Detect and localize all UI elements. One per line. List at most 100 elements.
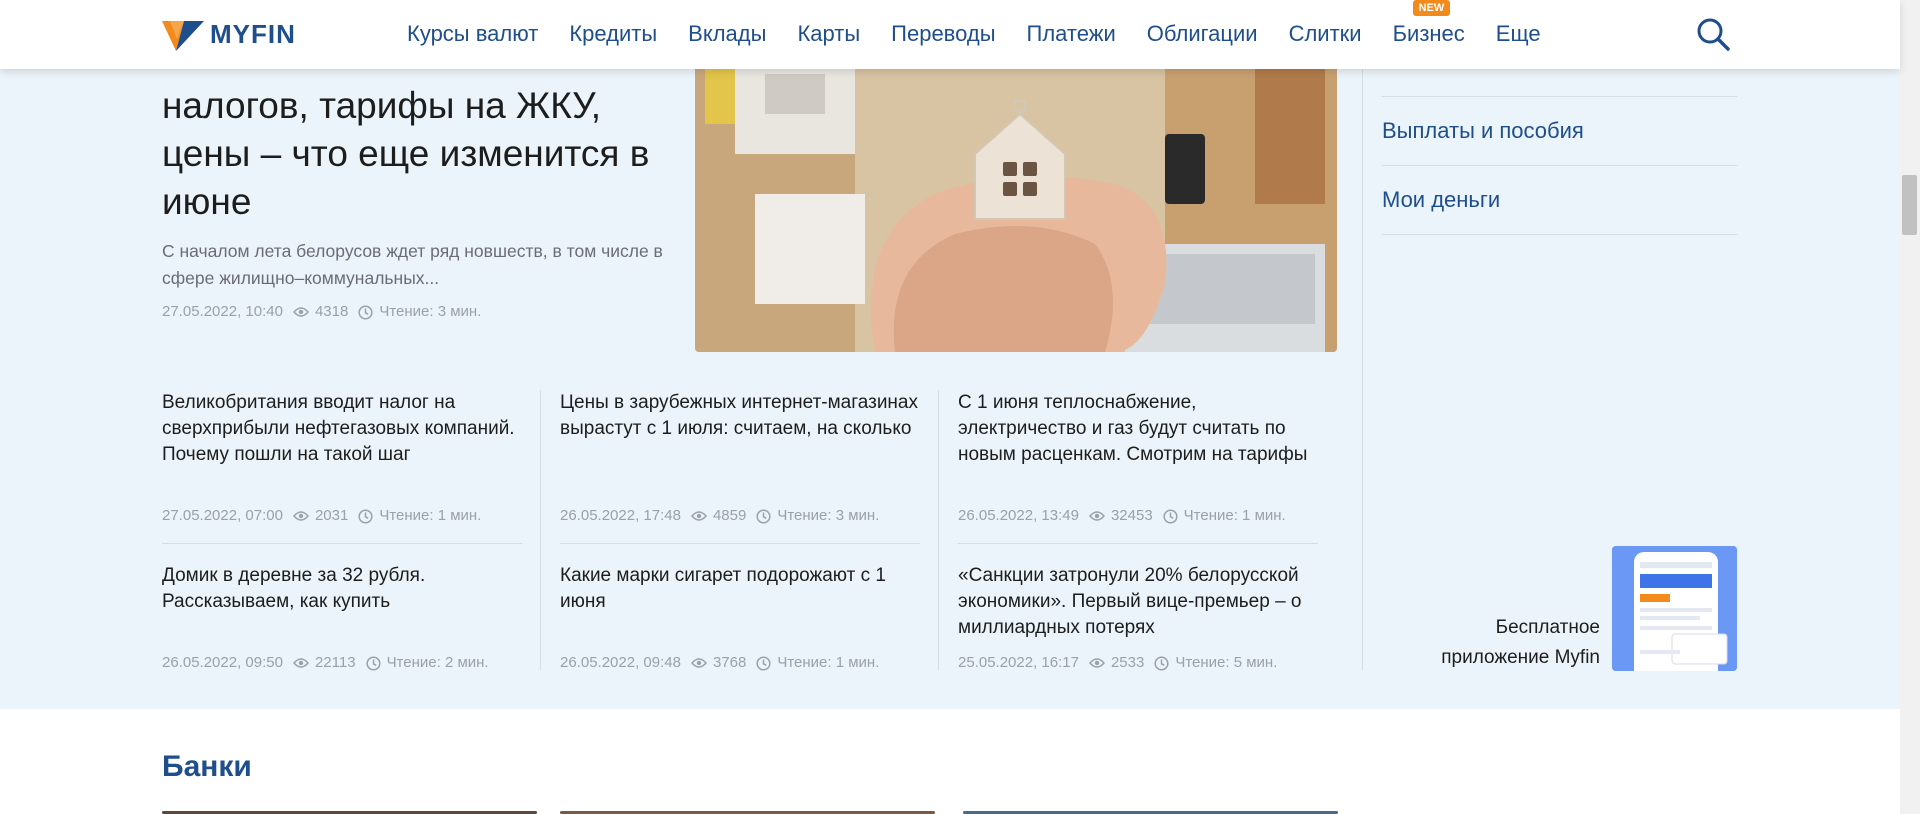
clock-icon bbox=[756, 655, 771, 671]
article-date: 26.05.2022, 17:48 bbox=[560, 507, 681, 524]
article-date: 26.05.2022, 13:49 bbox=[958, 507, 1079, 524]
search-icon bbox=[1697, 18, 1730, 51]
sidebar-separator bbox=[1382, 165, 1737, 166]
nav-label: Переводы bbox=[891, 21, 996, 46]
main-article-meta: 27.05.2022, 10:40 4318 Чтение: 3 мин. bbox=[162, 303, 481, 321]
clock-icon bbox=[756, 508, 771, 524]
sidebar-separator bbox=[1382, 96, 1737, 97]
nav-item-transfers[interactable]: Переводы bbox=[891, 20, 995, 48]
hands-holding-house-image bbox=[695, 44, 1337, 352]
nav-item-currency-rates[interactable]: Курсы валют bbox=[407, 20, 538, 48]
section-title-banks: Банки bbox=[162, 750, 252, 783]
article-card-title[interactable]: Цены в зарубежных интернет-магазинах выр… bbox=[560, 390, 925, 442]
article-card-meta: 25.05.2022, 16:17 2533 Чтение: 5 мин. bbox=[958, 654, 1277, 672]
column-divider bbox=[540, 390, 541, 670]
phone-app-screenshot-image bbox=[1612, 546, 1737, 671]
myfin-logo[interactable]: MYFIN bbox=[162, 17, 296, 51]
nav-label: Вклады bbox=[688, 21, 767, 46]
sidebar-divider bbox=[1362, 44, 1363, 670]
clock-icon bbox=[366, 655, 381, 671]
main-article-title-line: цены – что еще изменится в bbox=[162, 133, 650, 174]
article-reading-time: Чтение: 3 мин. bbox=[777, 507, 880, 524]
article-card-meta: 26.05.2022, 09:50 22113 Чтение: 2 мин. bbox=[162, 654, 489, 672]
article-card-title[interactable]: С 1 июня теплоснабжение, электричество и… bbox=[958, 390, 1323, 468]
column-divider bbox=[938, 390, 939, 670]
main-article-title[interactable]: налогов, тарифы на ЖКУ, цены – что еще и… bbox=[162, 82, 682, 226]
article-views: 3768 bbox=[712, 654, 747, 671]
sidebar-link-my-money[interactable]: Мои деньги bbox=[1382, 186, 1500, 214]
article-reading-time: Чтение: 1 мин. bbox=[379, 507, 482, 524]
article-date: 26.05.2022, 09:50 bbox=[162, 654, 283, 671]
article-date: 26.05.2022, 09:48 bbox=[560, 654, 681, 671]
app-promo-image[interactable] bbox=[1612, 546, 1737, 671]
nav-item-credits[interactable]: Кредиты bbox=[569, 20, 657, 48]
main-nav: Курсы валют Кредиты Вклады Карты Перевод… bbox=[407, 0, 1572, 48]
article-card-meta: 26.05.2022, 09:48 3768 Чтение: 1 мин. bbox=[560, 654, 879, 672]
clock-icon bbox=[1154, 655, 1169, 671]
nav-item-more[interactable]: Еще bbox=[1496, 20, 1541, 48]
main-article-description: С началом лета белорусов ждет ряд новшес… bbox=[162, 241, 663, 288]
eye-icon bbox=[292, 658, 309, 668]
nav-label: Бизнес bbox=[1392, 21, 1465, 46]
clock-icon bbox=[358, 304, 373, 320]
myfin-logo-icon bbox=[162, 21, 204, 51]
nav-item-deposits[interactable]: Вклады bbox=[688, 20, 766, 48]
article-reading-time: Чтение: 2 мин. bbox=[386, 654, 489, 671]
article-views: 4859 bbox=[712, 507, 747, 524]
clock-icon bbox=[1163, 508, 1178, 524]
row-divider bbox=[958, 543, 1318, 544]
article-card-meta: 26.05.2022, 17:48 4859 Чтение: 3 мин. bbox=[560, 507, 879, 525]
article-reading-time: Чтение: 3 мин. bbox=[379, 303, 482, 320]
eye-icon bbox=[1088, 511, 1105, 521]
article-card-meta: 27.05.2022, 07:00 2031 Чтение: 1 мин. bbox=[162, 507, 481, 525]
article-card-title[interactable]: Великобритания вводит налог на сверхприб… bbox=[162, 390, 527, 468]
nav-label: Курсы валют bbox=[407, 21, 539, 46]
sidebar-link-payments-benefits[interactable]: Выплаты и пособия bbox=[1382, 117, 1584, 145]
page-scrollbar-thumb[interactable] bbox=[1902, 175, 1917, 235]
eye-icon bbox=[1088, 658, 1105, 668]
main-article-title-line: налогов, тарифы на ЖКУ, bbox=[162, 85, 602, 126]
article-reading-time: Чтение: 1 мин. bbox=[1183, 507, 1286, 524]
article-views: 2031 bbox=[314, 507, 349, 524]
search-button[interactable] bbox=[1696, 17, 1730, 51]
nav-item-payments[interactable]: Платежи bbox=[1027, 20, 1116, 48]
nav-item-bullion[interactable]: Слитки bbox=[1289, 20, 1362, 48]
row-divider bbox=[162, 543, 522, 544]
article-card-title[interactable]: «Санкции затронули 20% белорусской эконо… bbox=[958, 563, 1323, 641]
main-article-image[interactable] bbox=[695, 44, 1337, 352]
article-date: 27.05.2022, 10:40 bbox=[162, 303, 283, 320]
page-scrollbar-track[interactable] bbox=[1900, 0, 1920, 814]
article-views: 32453 bbox=[1110, 507, 1153, 524]
article-views: 2533 bbox=[1110, 654, 1145, 671]
article-reading-time: Чтение: 5 мин. bbox=[1175, 654, 1278, 671]
main-article-title-line: июне bbox=[162, 181, 252, 222]
logo-text: MYFIN bbox=[210, 19, 296, 49]
nav-label: Платежи bbox=[1026, 21, 1116, 46]
row-divider bbox=[560, 543, 920, 544]
eye-icon bbox=[690, 658, 707, 668]
app-promo-text[interactable]: Бесплатное приложение Myfin bbox=[1390, 613, 1600, 673]
nav-label: Облигации bbox=[1146, 21, 1258, 46]
nav-item-bonds[interactable]: Облигации bbox=[1147, 20, 1258, 48]
new-badge: NEW bbox=[1412, 0, 1451, 16]
nav-label: Слитки bbox=[1288, 21, 1362, 46]
article-views: 22113 bbox=[314, 654, 356, 671]
article-date: 25.05.2022, 16:17 bbox=[958, 654, 1079, 671]
article-views: 4318 bbox=[314, 303, 349, 320]
nav-label: Кредиты bbox=[569, 21, 658, 46]
nav-item-business[interactable]: NEW Бизнес bbox=[1392, 0, 1465, 48]
article-card-title[interactable]: Домик в деревне за 32 рубля. Рассказывае… bbox=[162, 563, 527, 615]
top-navigation-bar: MYFIN Курсы валют Кредиты Вклады Карты П… bbox=[0, 0, 1900, 69]
eye-icon bbox=[292, 511, 309, 521]
eye-icon bbox=[690, 511, 707, 521]
clock-icon bbox=[358, 508, 373, 524]
sidebar-separator bbox=[1382, 234, 1737, 235]
nav-label: Карты bbox=[797, 21, 861, 46]
article-reading-time: Чтение: 1 мин. bbox=[777, 654, 880, 671]
nav-item-cards[interactable]: Карты bbox=[797, 20, 860, 48]
article-date: 27.05.2022, 07:00 bbox=[162, 507, 283, 524]
article-card-title[interactable]: Какие марки сигарет подорожают с 1 июня bbox=[560, 563, 925, 615]
nav-label: Еще bbox=[1495, 21, 1541, 46]
article-card-meta: 26.05.2022, 13:49 32453 Чтение: 1 мин. bbox=[958, 507, 1286, 525]
eye-icon bbox=[292, 307, 309, 317]
